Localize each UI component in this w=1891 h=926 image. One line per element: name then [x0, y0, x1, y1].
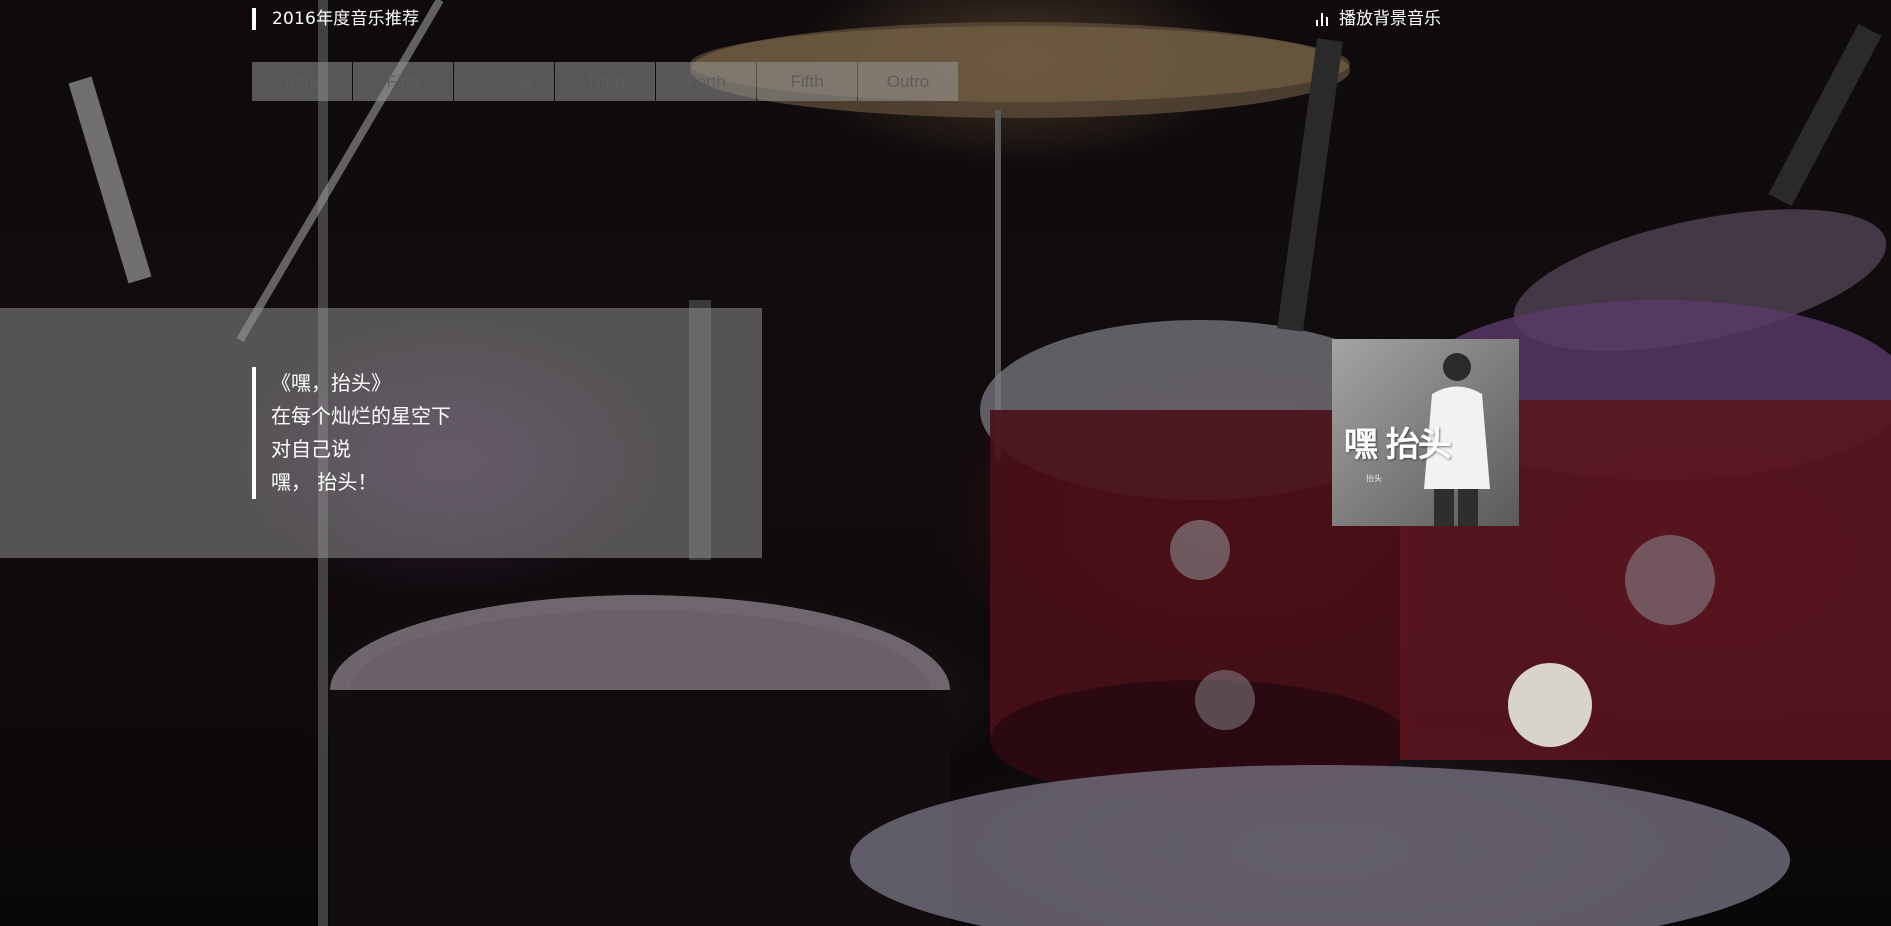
- page: 2016年度音乐推荐 播放背景音乐 Intro First Second Thi…: [0, 0, 1891, 926]
- tab-intro[interactable]: Intro: [252, 62, 352, 101]
- lyric-text: 《嘿，抬头》 在每个灿烂的星空下 对自己说 嘿， 抬头！: [252, 367, 451, 499]
- play-background-music-label: 播放背景音乐: [1339, 9, 1441, 29]
- album-cover-title: 嘿 抬头: [1344, 425, 1452, 465]
- tab-fifth[interactable]: Fifth: [757, 62, 857, 101]
- tab-second[interactable]: Second: [454, 62, 554, 101]
- lyric-line: 嘿， 抬头！: [271, 470, 378, 494]
- album-cover[interactable]: 嘿 抬头 抬头: [1332, 339, 1519, 526]
- album-cover-subtitle: 抬头: [1366, 474, 1382, 483]
- lyric-panel: 《嘿，抬头》 在每个灿烂的星空下 对自己说 嘿， 抬头！: [0, 308, 762, 558]
- song-title: 《嘿，抬头》: [271, 371, 391, 395]
- tab-outro[interactable]: Outro: [858, 62, 958, 101]
- tab-forth[interactable]: Forth: [656, 62, 756, 101]
- tab-first[interactable]: First: [353, 62, 453, 101]
- tab-third[interactable]: Third: [555, 62, 655, 101]
- lyric-line: 在每个灿烂的星空下: [271, 404, 451, 428]
- sound-bars-icon: [1316, 12, 1331, 26]
- section-tabs: Intro First Second Third Forth Fifth Out…: [252, 62, 959, 101]
- site-title: 2016年度音乐推荐: [252, 8, 419, 30]
- play-background-music-button[interactable]: 播放背景音乐: [1316, 8, 1441, 30]
- lyric-line: 对自己说: [271, 437, 351, 461]
